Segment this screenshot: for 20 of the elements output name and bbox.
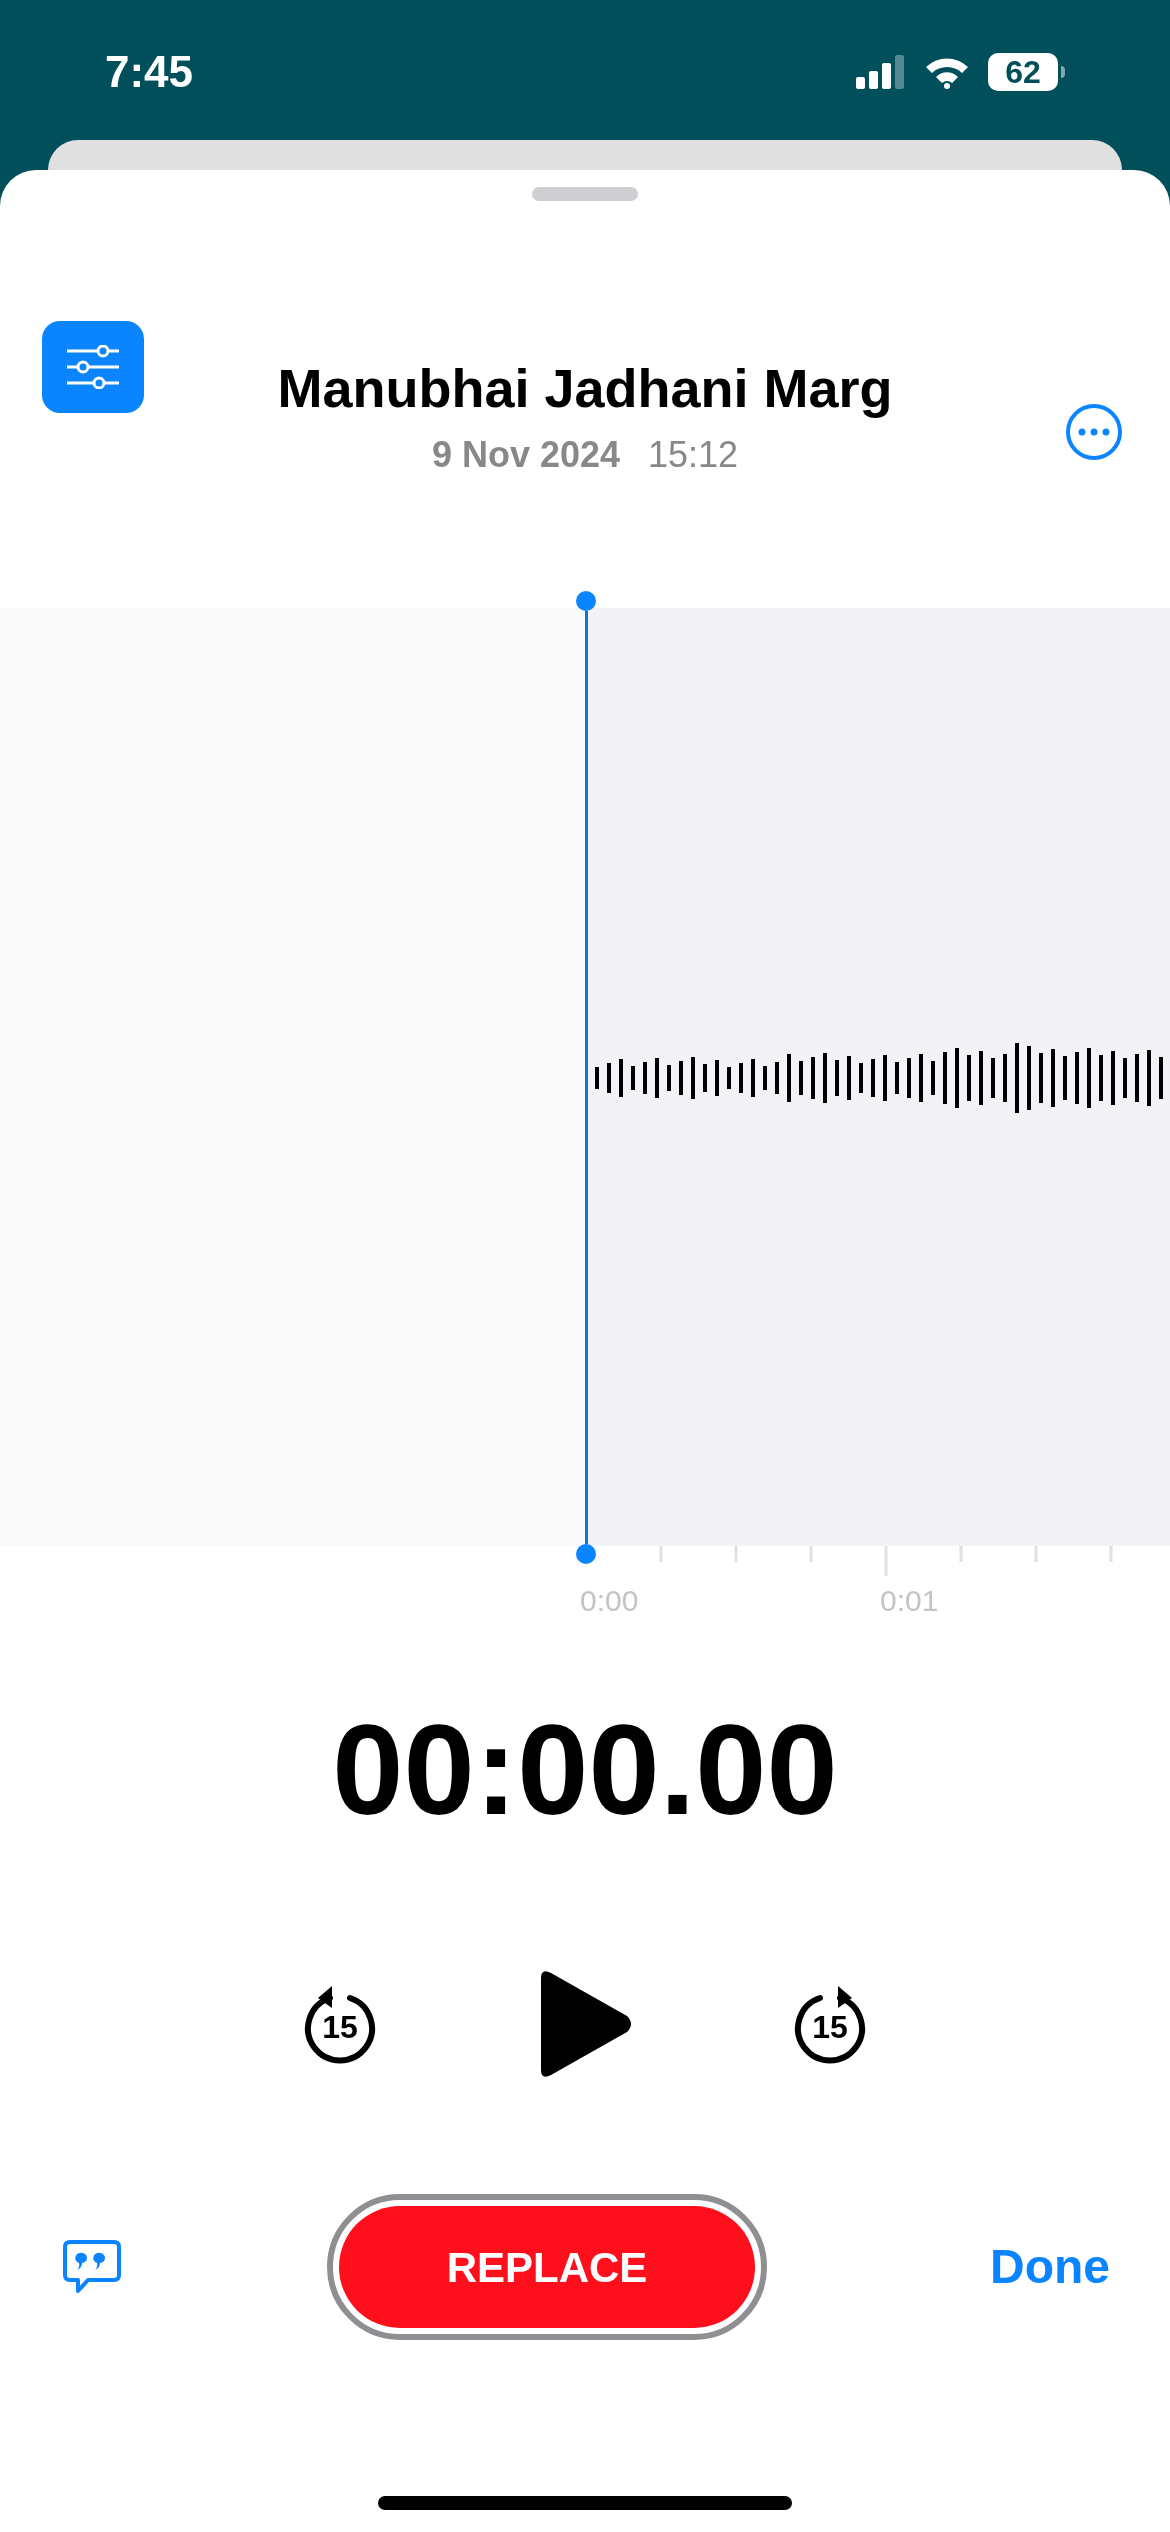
quote-bubble-icon bbox=[62, 2239, 122, 2295]
settings-button[interactable] bbox=[42, 321, 144, 413]
more-icon bbox=[1078, 428, 1110, 436]
more-button[interactable] bbox=[1066, 404, 1122, 460]
elapsed-timer: 00:00.00 bbox=[332, 1706, 838, 1834]
battery-cap bbox=[1061, 66, 1065, 78]
timeline-label: 0:00 bbox=[580, 1583, 639, 1619]
skip-back-button[interactable]: 15 bbox=[300, 1984, 380, 2064]
sliders-icon bbox=[65, 345, 121, 389]
status-time: 7:45 bbox=[105, 46, 194, 98]
replace-button[interactable]: REPLACE bbox=[327, 2194, 767, 2340]
signal-icon bbox=[856, 55, 906, 89]
battery-level: 62 bbox=[988, 53, 1058, 91]
playhead[interactable] bbox=[576, 591, 596, 1564]
wifi-icon bbox=[924, 55, 970, 89]
recording-time: 15:12 bbox=[648, 437, 739, 473]
timeline-label: 0:01 bbox=[880, 1583, 939, 1619]
done-button[interactable]: Done bbox=[970, 2231, 1110, 2303]
skip-forward-button[interactable]: 15 bbox=[790, 1984, 870, 2064]
recording-date: 9 Nov 2024 bbox=[431, 437, 620, 473]
